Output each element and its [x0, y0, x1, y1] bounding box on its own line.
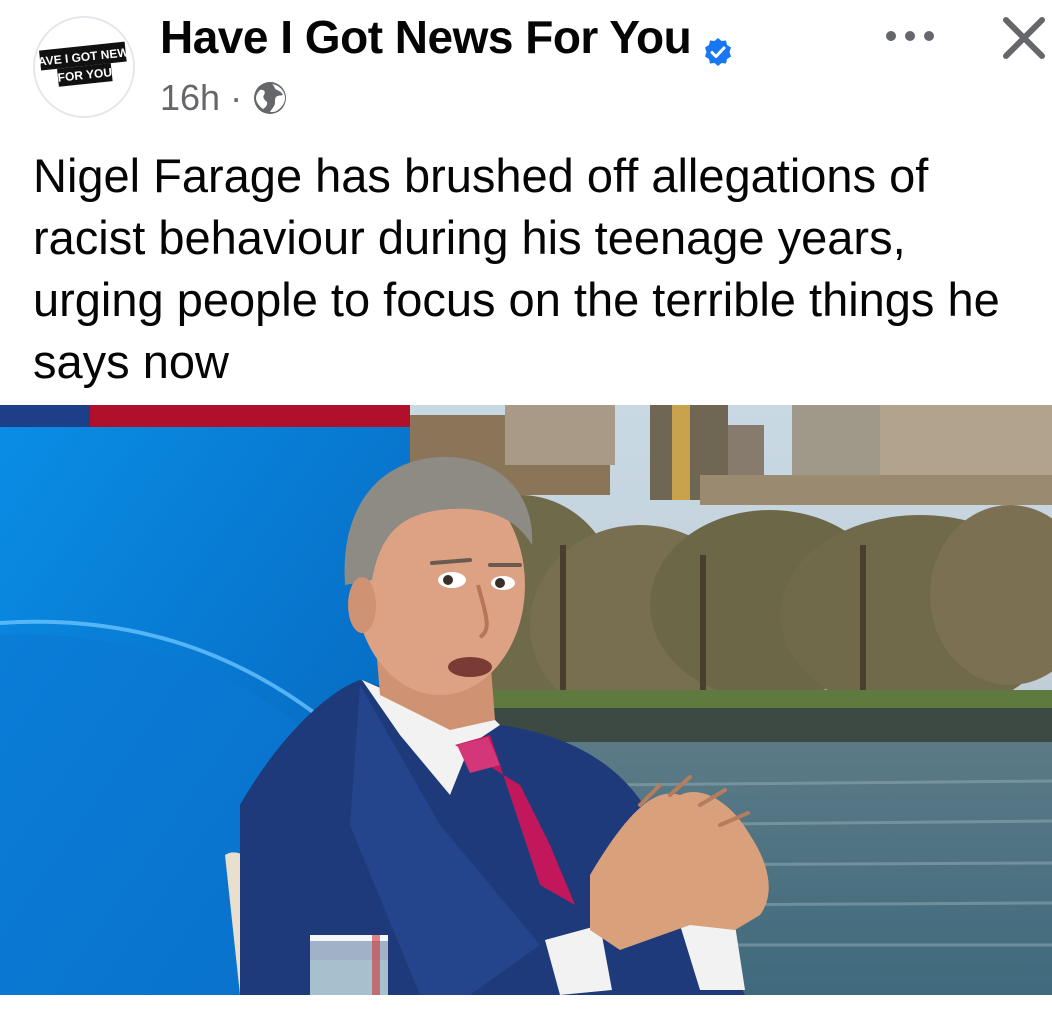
- post-header: HAVE I GOT NEWS FOR YOU Have I Got News …: [0, 0, 1052, 130]
- close-icon: [1003, 17, 1045, 59]
- globe-icon: [252, 80, 288, 116]
- post-text: Nigel Farage has brushed off allegations…: [33, 149, 1000, 388]
- more-options-button[interactable]: [880, 18, 940, 54]
- page-avatar[interactable]: HAVE I GOT NEWS FOR YOU: [33, 16, 135, 118]
- page-name-text[interactable]: Have I Got News For You: [160, 8, 692, 66]
- post-meta: 16h ·: [160, 76, 288, 120]
- post-timestamp[interactable]: 16h: [160, 76, 220, 120]
- page-name[interactable]: Have I Got News For You: [160, 8, 733, 66]
- hignfy-logo: HAVE I GOT NEWS FOR YOU: [35, 18, 133, 116]
- post-footer-divider: [0, 995, 1052, 1018]
- verified-badge-icon: [703, 22, 733, 66]
- close-button[interactable]: [996, 10, 1052, 66]
- post-photo[interactable]: [0, 405, 1052, 995]
- post-photo-image: [0, 405, 1052, 995]
- meta-separator: ·: [230, 77, 243, 118]
- more-options-icon: [886, 31, 934, 41]
